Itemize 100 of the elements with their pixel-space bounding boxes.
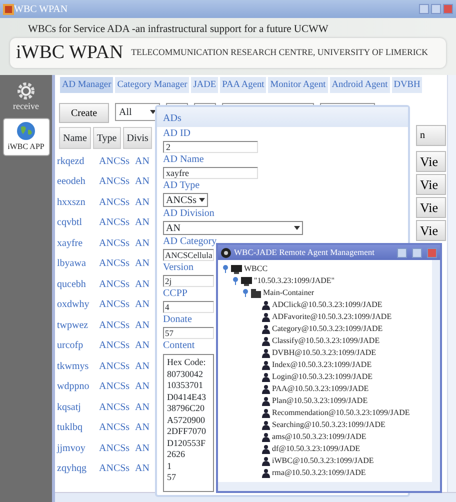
column-header[interactable]: Type [92, 127, 121, 149]
table-cell-text: ANCSs [99, 216, 131, 230]
table-cell-text: AN [135, 216, 150, 230]
subtitle: WBCs for Service ADA -an infrastructural support for a future UCWW [27, 23, 330, 37]
filter-dropdown[interactable]: All [115, 103, 160, 121]
input-field[interactable]: 4 [163, 301, 214, 313]
input-field[interactable]: 2 [163, 141, 258, 153]
content-textarea[interactable]: Hex Code: 80730042 10353701 D0414E43 38796C20 A5720900 2DFF7070 D120553F 2626 1 57 [163, 354, 214, 492]
tree-item[interactable]: df@10.50.3.23:1099/JADE [272, 443, 360, 455]
table-cell-text: AN [135, 380, 150, 394]
minimize-button[interactable] [419, 4, 429, 14]
minimize-button[interactable] [397, 248, 407, 258]
tree-item[interactable]: Plan@10.50.3.23:1099/JADE [272, 395, 368, 407]
table-cell-text: AN [135, 318, 150, 333]
table-cell-text: hxxszn [57, 196, 86, 210]
input-field[interactable]: 57 [163, 327, 214, 339]
agent-icon [261, 324, 270, 334]
view-button[interactable]: Vie [416, 174, 446, 195]
table-cell-text: AN [135, 154, 150, 169]
tab[interactable]: JADE [191, 77, 218, 93]
table-cell-text: AN [135, 400, 150, 415]
tree-item[interactable]: PAA@10.50.3.23:1099/JADE [272, 383, 369, 395]
input-field[interactable]: 2j [163, 275, 214, 287]
tab[interactable]: Monitor Agent [268, 77, 328, 93]
tab[interactable]: PAA Agent [220, 77, 266, 93]
agent-icon [261, 432, 270, 442]
agent-icon [261, 456, 270, 466]
search-button[interactable]: n [416, 125, 446, 146]
input-field[interactable]: ANCSCellula [163, 249, 214, 261]
select-field[interactable]: AN [163, 221, 303, 235]
tree-item[interactable]: Category@10.50.3.23:1099/JADE [272, 323, 383, 335]
app-icon [3, 4, 14, 14]
close-button[interactable] [443, 4, 453, 14]
expanded-handle-icon[interactable] [242, 289, 249, 297]
table-cell-text: AN [135, 360, 150, 374]
sidebar-item[interactable]: iWBC APP [2, 118, 50, 156]
computer-icon [231, 264, 242, 274]
column-header[interactable]: Name [59, 127, 91, 149]
tree-item[interactable]: ams@10.50.3.23:1099/JADE [272, 431, 366, 443]
tree-item[interactable]: Recommendation@10.50.3.23:1099/JADE [272, 407, 410, 419]
table-cell-text: AN [135, 175, 150, 190]
view-button[interactable]: Vie [416, 220, 446, 241]
tree-item[interactable]: WBCC [244, 263, 268, 275]
table-cell-text: ANCSs [99, 257, 131, 272]
table-cell-text: oxdwhy [57, 298, 90, 312]
input-field[interactable]: xayfre [163, 167, 258, 179]
field-label: Content [163, 340, 195, 352]
maximize-button[interactable] [431, 4, 441, 14]
table-cell-text: ANCSs [99, 380, 131, 394]
table-cell-text: tuklbq [57, 421, 84, 436]
column-header[interactable]: Divis [122, 127, 152, 149]
table-cell-text: AN [135, 196, 150, 210]
globe-icon [16, 120, 36, 140]
tree-item[interactable]: iWBC@10.50.3.23:1099/JADE [272, 455, 374, 467]
agent-icon [261, 444, 270, 454]
table-cell-text: eeodeh [57, 175, 86, 190]
folder-icon [251, 288, 261, 298]
expanded-handle-icon[interactable] [232, 277, 239, 285]
tab[interactable]: Android Agent [330, 77, 390, 93]
tree-item[interactable]: Login@10.50.3.23:1099/JADE [272, 371, 372, 383]
table-cell-text: xayfre [57, 236, 84, 251]
table-cell-text: qucebh [57, 278, 87, 292]
create-button[interactable]: Create [59, 103, 109, 123]
agent-icon [261, 372, 270, 382]
vertical-scrollbar[interactable] [447, 75, 456, 492]
tree-item[interactable]: Main-Container [263, 287, 314, 299]
tree-item[interactable]: "10.50.3.23:1099/JADE" [254, 275, 335, 287]
window-title: WBC-JADE Remote Agent Management [234, 246, 376, 259]
agent-icon [261, 360, 270, 370]
agent-icon [261, 300, 270, 310]
close-button[interactable] [427, 248, 437, 258]
field-label: AD Category [163, 236, 217, 248]
agent-icon [261, 312, 270, 322]
horizontal-scrollbar[interactable] [218, 482, 440, 491]
agent-icon [261, 348, 270, 358]
tree-item[interactable]: Classify@10.50.3.23:1099/JADE [272, 335, 380, 347]
vertical-scrollbar[interactable] [432, 260, 440, 482]
caret-icon [199, 198, 205, 202]
tree-item[interactable]: ADFavorite@10.50.3.23:1099/JADE [272, 311, 392, 323]
table-cell-text: cqvbtl [57, 216, 83, 230]
tab[interactable]: DVBH [392, 77, 422, 93]
organization-name: TELECOMMUNICATION RESEARCH CENTRE, UNIVERSITY OF LIMERICK [131, 46, 428, 60]
window-title: WBC WPAN [14, 2, 69, 16]
table-cell-text: ANCSs [99, 298, 131, 312]
tab[interactable]: Category Manager [115, 77, 190, 93]
agent-icon [261, 396, 270, 406]
view-button[interactable]: Vie [416, 197, 446, 218]
table-cell-text: AN [135, 462, 150, 476]
agent-icon [261, 384, 270, 394]
sidebar-item[interactable]: receive [11, 80, 41, 116]
tree-item[interactable]: Searching@10.50.3.23:1099/JADE [272, 419, 386, 431]
expanded-handle-icon[interactable] [222, 265, 229, 273]
view-button[interactable]: Vie [416, 151, 446, 172]
tree-item[interactable]: Index@10.50.3.23:1099/JADE [272, 359, 372, 371]
tree-item[interactable]: rma@10.50.3.23:1099/JADE [272, 467, 366, 479]
table-cell-text: ANCSs [99, 318, 131, 333]
select-field[interactable]: ANCSs [163, 193, 208, 207]
tree-item[interactable]: DVBH@10.50.3.23:1099/JADE [272, 347, 376, 359]
maximize-button[interactable] [412, 248, 422, 258]
tree-item[interactable]: ADClick@10.50.3.23:1099/JADE [272, 299, 382, 311]
